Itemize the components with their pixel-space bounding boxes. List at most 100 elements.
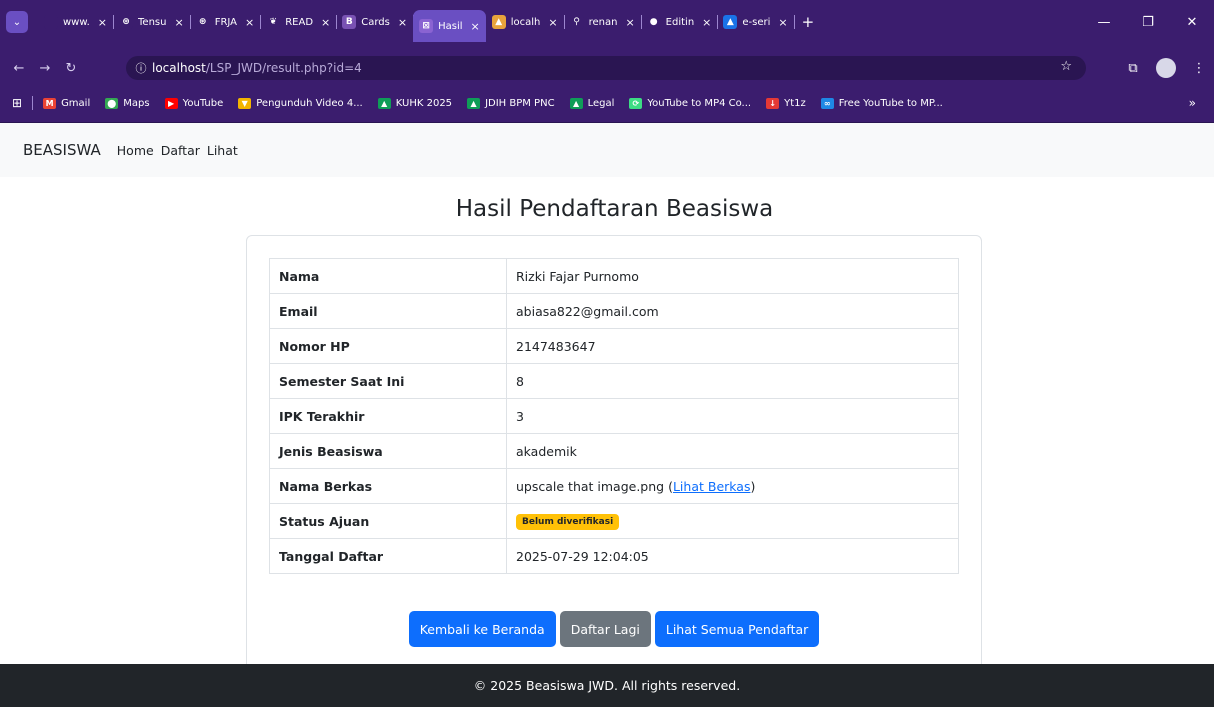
bookmark-item[interactable]: ▲ Legal xyxy=(569,97,614,109)
menu-icon[interactable]: ⋮ xyxy=(1184,61,1214,76)
row-label: Nomor HP xyxy=(269,328,507,364)
tab-close-icon[interactable]: × xyxy=(398,16,407,29)
close-window-icon[interactable]: ✕ xyxy=(1170,15,1214,30)
tab-favicon-icon: ⚲ xyxy=(569,15,584,29)
browser-toolbar: ← → ↻ ⓘ localhost/LSP_JWD/result.php?id=… xyxy=(0,52,1214,84)
tab-favicon-icon: ⊛ xyxy=(119,15,134,29)
tab-close-icon[interactable]: × xyxy=(548,16,557,29)
row-label: Tanggal Daftar xyxy=(269,538,507,574)
table-row: Email abiasa822@gmail.com xyxy=(269,293,959,329)
bookmarks-overflow-icon[interactable]: » xyxy=(1189,96,1196,110)
bookmark-item[interactable]: ↓ Yt1z xyxy=(766,97,806,109)
nav-link-home[interactable]: Home xyxy=(117,143,154,158)
browser-tab[interactable]: ❦ READ × xyxy=(260,10,338,34)
tab-strip: ⌄ www. × ⊛ Tensu × ⊛ FRJA × ❦ READ × B Cards × ⊠ Hasil ×… xyxy=(0,0,814,52)
bookmark-favicon-icon: ⬤ xyxy=(105,97,119,109)
row-value: Belum diverifikasi xyxy=(506,503,959,539)
navbar-brand[interactable]: BEASISWA xyxy=(23,141,101,159)
site-info-icon[interactable]: ⓘ xyxy=(130,60,152,76)
tab-title: FRJA xyxy=(214,16,238,28)
browser-tab[interactable]: ● Editin × xyxy=(641,10,719,34)
table-row: Tanggal Daftar 2025-07-29 12:04:05 xyxy=(269,538,959,574)
minimize-icon[interactable]: — xyxy=(1082,15,1126,30)
row-label: Jenis Beasiswa xyxy=(269,433,507,469)
bookmark-label: YouTube xyxy=(182,97,224,109)
register-again-button[interactable]: Daftar Lagi xyxy=(559,611,651,647)
table-row: Jenis Beasiswa akademik xyxy=(269,433,959,469)
url-text[interactable]: localhost/LSP_JWD/result.php?id=4 xyxy=(152,61,362,75)
bookmark-favicon-icon: ↓ xyxy=(766,97,780,109)
bookmark-item[interactable]: M Gmail xyxy=(43,97,91,109)
table-row: Nama Berkas upscale that image.png (Liha… xyxy=(269,468,959,504)
apps-grid-icon[interactable]: ⊞ xyxy=(12,96,22,110)
bookmark-favicon-icon: ∞ xyxy=(820,97,834,109)
page-title: Hasil Pendaftaran Beasiswa xyxy=(455,196,774,222)
row-value: 8 xyxy=(506,363,959,399)
tab-close-icon[interactable]: × xyxy=(174,16,183,29)
extensions-icon[interactable]: ⧉ xyxy=(1118,61,1148,76)
bookmark-item[interactable]: ▶ YouTube xyxy=(164,97,224,109)
row-value: upscale that image.png (Lihat Berkas) xyxy=(506,468,959,504)
tab-close-icon[interactable]: × xyxy=(778,16,787,29)
row-value: 2025-07-29 12:04:05 xyxy=(506,538,959,574)
action-buttons: Kembali ke Beranda Daftar Lagi Lihat Sem… xyxy=(247,611,981,647)
view-all-registrants-button[interactable]: Lihat Semua Pendaftar xyxy=(654,611,820,647)
bookmark-favicon-icon: M xyxy=(43,97,57,109)
bookmark-label: Gmail xyxy=(61,97,91,109)
back-to-home-button[interactable]: Kembali ke Beranda xyxy=(408,611,556,647)
bookmark-item[interactable]: ▲ KUHK 2025 xyxy=(377,97,452,109)
tab-close-icon[interactable]: × xyxy=(321,16,330,29)
row-label: Nama xyxy=(269,258,507,294)
table-row: Nomor HP 2147483647 xyxy=(269,328,959,364)
bookmarks-divider xyxy=(32,96,34,110)
address-bar[interactable]: ⓘ localhost/LSP_JWD/result.php?id=4 ☆ xyxy=(126,56,1086,80)
bookmark-item[interactable]: ⟳ YouTube to MP4 Co... xyxy=(629,97,752,109)
tab-close-icon[interactable]: × xyxy=(702,16,711,29)
row-label: Email xyxy=(269,293,507,329)
browser-tab-active[interactable]: ⊠ Hasil × xyxy=(413,10,486,42)
tab-close-icon[interactable]: × xyxy=(471,20,480,33)
reload-icon[interactable]: ↻ xyxy=(58,61,84,76)
tab-search-icon[interactable]: ⌄ xyxy=(6,11,28,33)
bookmark-favicon-icon: ▶ xyxy=(164,97,178,109)
browser-tab[interactable]: ⚲ renan × xyxy=(564,10,642,34)
tab-favicon-icon: ⊠ xyxy=(419,19,434,33)
bookmark-label: YouTube to MP4 Co... xyxy=(647,97,752,109)
bookmark-favicon-icon: ⟳ xyxy=(629,97,643,109)
back-icon[interactable]: ← xyxy=(6,61,32,76)
bookmark-item[interactable]: ∞ Free YouTube to MP... xyxy=(820,97,943,109)
tab-close-icon[interactable]: × xyxy=(245,16,254,29)
lihat-berkas-link[interactable]: Lihat Berkas xyxy=(673,479,751,494)
bookmark-label: JDIH BPM PNC xyxy=(485,97,555,109)
browser-tab[interactable]: ⊛ FRJA × xyxy=(190,10,262,34)
bookmark-item[interactable]: ▲ JDIH BPM PNC xyxy=(467,97,555,109)
browser-tab[interactable]: ⊛ Tensu × xyxy=(113,10,191,34)
row-label: Semester Saat Ini xyxy=(269,363,507,399)
tab-title: Editin xyxy=(665,16,695,28)
browser-tab[interactable]: ▲ localh × xyxy=(486,10,565,34)
bookmark-label: Maps xyxy=(123,97,150,109)
nav-link-lihat[interactable]: Lihat xyxy=(207,143,238,158)
bookmark-item[interactable]: ▼ Pengunduh Video 4... xyxy=(238,97,363,109)
nav-link-daftar[interactable]: Daftar xyxy=(161,143,200,158)
window-controls: — ❐ ✕ xyxy=(1082,0,1214,44)
restore-icon[interactable]: ❐ xyxy=(1126,15,1170,30)
row-value: abiasa822@gmail.com xyxy=(506,293,959,329)
bookmark-item[interactable]: ⬤ Maps xyxy=(105,97,150,109)
tab-close-icon[interactable]: × xyxy=(625,16,634,29)
tab-close-icon[interactable]: × xyxy=(98,16,107,29)
row-value: akademik xyxy=(506,433,959,469)
tab-title: e-seri xyxy=(742,16,771,28)
berkas-filename: upscale that image.png xyxy=(516,478,665,494)
bookmark-label: Yt1z xyxy=(784,97,806,109)
bookmark-favicon-icon: ▲ xyxy=(377,97,391,109)
forward-icon[interactable]: → xyxy=(32,61,58,76)
browser-tab[interactable]: www. × xyxy=(38,10,115,34)
new-tab-icon[interactable]: + xyxy=(802,13,815,31)
browser-tab-bar: ⌄ www. × ⊛ Tensu × ⊛ FRJA × ❦ READ × B Cards × ⊠ Hasil ×… xyxy=(0,0,1214,52)
browser-tab[interactable]: ▲ e-seri × xyxy=(717,10,795,34)
profile-avatar[interactable] xyxy=(1156,58,1176,78)
bookmark-star-icon[interactable]: ☆ xyxy=(1060,59,1072,74)
tab-favicon-icon: ⊛ xyxy=(195,15,210,29)
browser-tab[interactable]: B Cards × xyxy=(336,10,415,34)
